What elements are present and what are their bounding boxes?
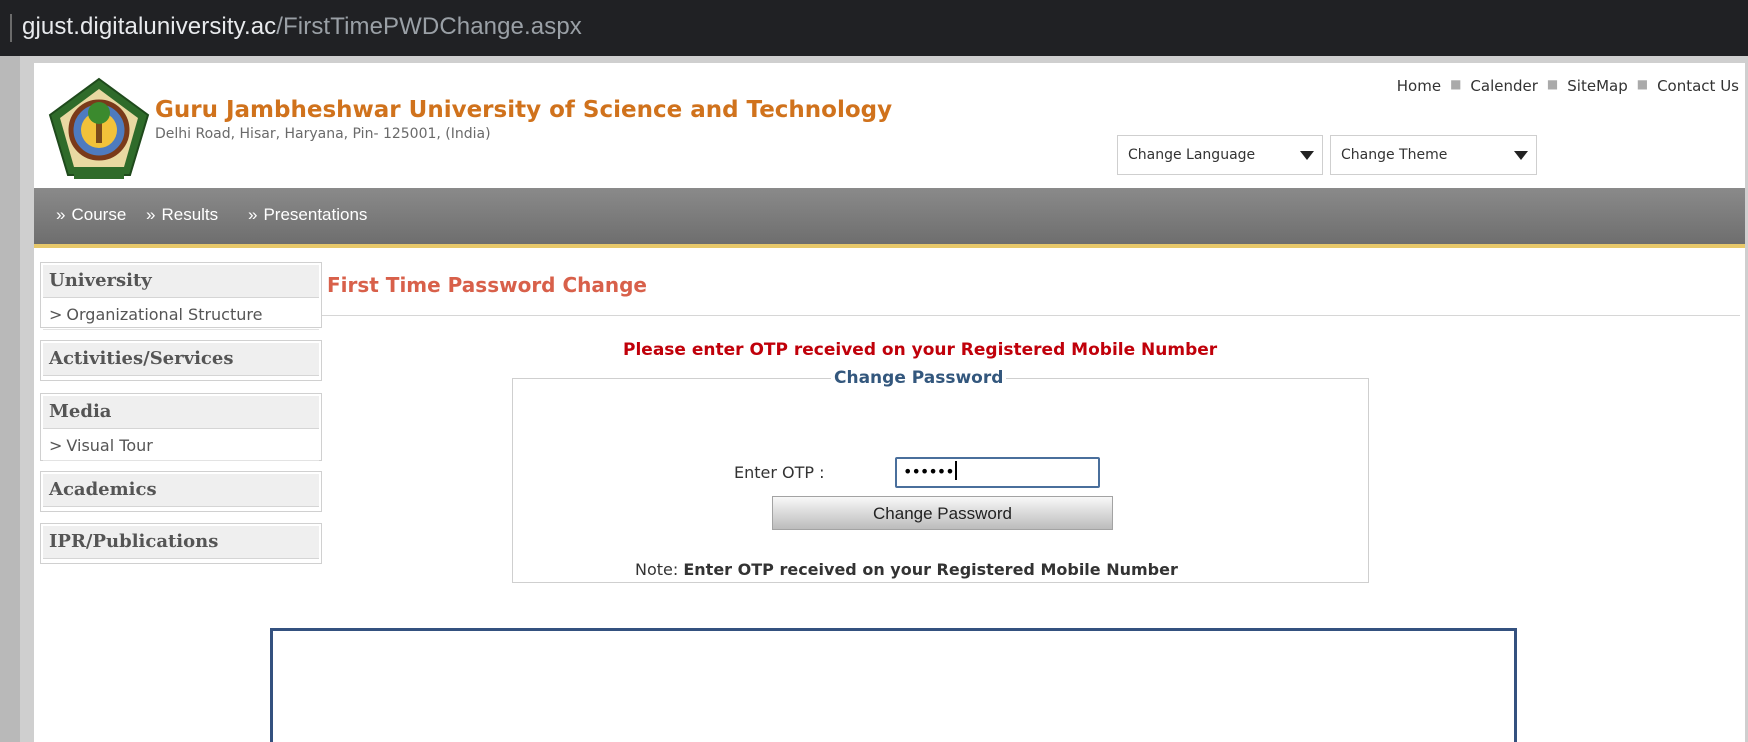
nav-underline [34, 244, 1745, 248]
nav-item-label: Results [161, 205, 219, 224]
sidebar-section-ipr: IPR/Publications [40, 523, 322, 564]
university-address: Delhi Road, Hisar, Haryana, Pin- 125001,… [155, 126, 491, 142]
otp-label: Enter OTP : [734, 463, 825, 482]
change-password-fieldset: Change Password Enter OTP : •••••• Chang… [512, 368, 1369, 583]
nav-marker: » [248, 205, 258, 224]
university-logo [48, 77, 150, 179]
nav-item-results[interactable]: » Results [146, 205, 218, 225]
sidebar-item-label: Organizational Structure [66, 305, 263, 324]
nav-item-course[interactable]: » Course [56, 205, 126, 225]
link-separator: ■ [1546, 77, 1559, 91]
sidebar-heading[interactable]: Media [43, 396, 319, 429]
overlay-box [270, 628, 1517, 742]
sidebar-heading[interactable]: Activities/Services [43, 343, 319, 376]
link-separator: ■ [1450, 77, 1462, 91]
change-theme-label: Change Theme [1341, 147, 1448, 163]
fieldset-legend: Change Password [831, 368, 1007, 388]
viewport-frame-left [0, 56, 20, 742]
sidebar-heading[interactable]: IPR/Publications [43, 526, 319, 559]
contact-us-link[interactable]: Contact Us [1657, 77, 1739, 95]
link-separator: ■ [1636, 77, 1649, 91]
chevron-right-icon: > [49, 436, 63, 455]
nav-item-label: Presentations [263, 205, 368, 224]
viewport-frame-top [20, 56, 1748, 63]
home-link[interactable]: Home [1397, 77, 1441, 95]
sidebar-heading[interactable]: Academics [43, 474, 319, 507]
url-path: /FirstTimePWDChange.aspx [276, 13, 582, 40]
viewport-frame-inner [20, 56, 34, 742]
chevron-down-icon [1514, 151, 1528, 160]
address-url[interactable]: gjust.digitaluniversity.ac/FirstTimePWDC… [22, 13, 582, 41]
change-password-button[interactable]: Change Password [772, 496, 1113, 530]
main-nav: » Course » Results » Presentations [34, 188, 1745, 248]
browser-address-bar[interactable]: gjust.digitaluniversity.ac/FirstTimePWDC… [0, 0, 1748, 56]
sidebar-heading[interactable]: University [43, 265, 319, 298]
text-cursor [954, 461, 957, 480]
note-text: Enter OTP received on your Registered Mo… [683, 560, 1178, 579]
nav-marker: » [56, 205, 66, 224]
address-bar-divider [10, 14, 12, 42]
note-prefix: Note: [635, 560, 679, 579]
nav-marker: » [146, 205, 156, 224]
chevron-right-icon: > [49, 305, 63, 324]
sidebar-section-academics: Academics [40, 471, 322, 512]
change-language-select[interactable]: Change Language [1117, 135, 1323, 175]
sidebar-item-visual-tour[interactable]: > Visual Tour [43, 431, 319, 461]
change-language-label: Change Language [1128, 147, 1256, 163]
title-divider [322, 315, 1740, 316]
page-title: First Time Password Change [327, 273, 647, 297]
nav-item-presentations[interactable]: » Presentations [248, 205, 367, 225]
sidebar-section-activities: Activities/Services [40, 340, 322, 381]
site-header: Guru Jambheshwar University of Science a… [34, 63, 1745, 188]
change-theme-select[interactable]: Change Theme [1330, 135, 1537, 175]
url-host: gjust.digitaluniversity.ac [22, 13, 277, 40]
sitemap-link[interactable]: SiteMap [1567, 77, 1627, 95]
sidebar-section-university: University > Organizational Structure [40, 262, 322, 330]
otp-note: Note: Enter OTP received on your Registe… [635, 560, 1178, 579]
otp-input[interactable]: •••••• [895, 457, 1100, 488]
otp-input-value: •••••• [903, 462, 955, 481]
sidebar-item-label: Visual Tour [66, 436, 153, 455]
otp-notice: Please enter OTP received on your Regist… [623, 340, 1218, 360]
university-name: Guru Jambheshwar University of Science a… [155, 97, 893, 123]
sidebar-item-organizational-structure[interactable]: > Organizational Structure [43, 300, 319, 330]
sidebar-section-media: Media > Visual Tour [40, 393, 322, 461]
nav-item-label: Course [71, 205, 127, 224]
chevron-down-icon [1300, 151, 1314, 160]
top-links: Home ■ Calender ■ SiteMap ■ Contact Us [1397, 77, 1739, 95]
calender-link[interactable]: Calender [1470, 77, 1538, 95]
